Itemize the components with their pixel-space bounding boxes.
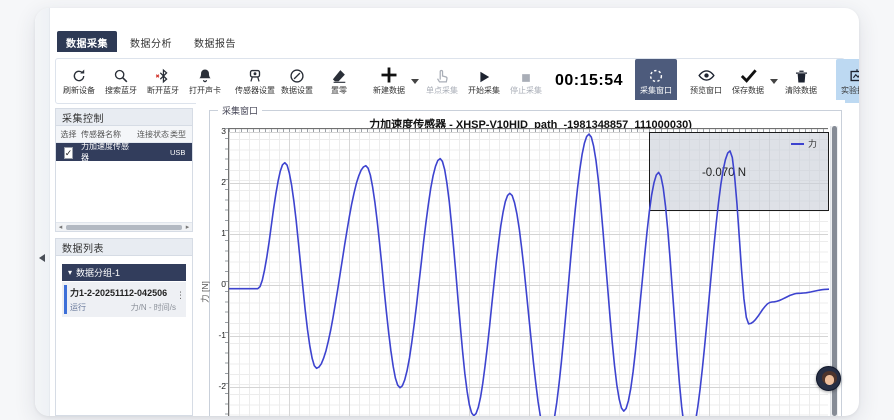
toolbar: 刷新设备 搜索蓝牙 断开蓝牙 打开声卡 传感器设置 数据设置 xyxy=(55,58,845,104)
acquisition-window-button[interactable]: 采集窗口 xyxy=(635,59,677,103)
acquisition-control-header: 采集控制 xyxy=(55,108,193,126)
zero-button[interactable]: 置零 xyxy=(318,59,360,103)
sensor-name: 力加速度传感器 xyxy=(81,141,136,163)
avatar-face xyxy=(825,375,834,385)
sensor-table-hscrollbar[interactable]: ◂ ▸ xyxy=(56,222,192,231)
data-settings-icon xyxy=(288,66,306,85)
disconnect-bluetooth-button[interactable]: 断开蓝牙 xyxy=(142,59,184,103)
refresh-icon xyxy=(70,66,88,85)
open-soundcard-button[interactable]: 打开声卡 xyxy=(184,59,226,103)
preview-window-button[interactable]: 预览窗口 xyxy=(685,59,727,103)
sensor-row[interactable]: ✓ 力加速度传感器 USB xyxy=(56,143,192,161)
tab-data-analysis[interactable]: 数据分析 xyxy=(121,31,181,52)
experiment-chart-button[interactable]: 实验挂图 xyxy=(836,59,859,103)
zero-eraser-icon xyxy=(330,66,348,85)
new-data-dropdown-caret[interactable] xyxy=(411,79,419,84)
tab-data-acquisition[interactable]: 数据采集 xyxy=(57,31,117,52)
item-axes: 力/N - 时间/s xyxy=(131,302,176,313)
save-data-dropdown-caret[interactable] xyxy=(770,79,778,84)
item-accent-bar xyxy=(64,285,67,314)
sensor-type: USB xyxy=(170,148,192,157)
save-data-button[interactable]: 保存数据 xyxy=(727,59,769,103)
board-icon xyxy=(848,66,859,85)
item-title: 力1-2-20251112-042506 xyxy=(70,286,176,299)
play-icon xyxy=(476,66,492,85)
data-list-header: 数据列表 xyxy=(55,238,193,256)
tab-data-report[interactable]: 数据报告 xyxy=(185,31,245,52)
scroll-left-icon[interactable]: ◂ xyxy=(56,223,65,231)
dashed-circle-icon xyxy=(647,66,665,85)
start-acquisition-button[interactable]: 开始采集 xyxy=(463,59,505,103)
data-group-row[interactable]: ▾ 数据分组-1 xyxy=(62,264,186,281)
single-point-button[interactable]: 单点采集 xyxy=(421,59,463,103)
y-tick-label: -1 xyxy=(210,330,226,340)
app-window: 数据采集 数据分析 数据报告 刷新设备 搜索蓝牙 断开蓝牙 打开声卡 xyxy=(35,8,859,416)
soundcard-bell-icon xyxy=(196,66,214,85)
y-tick-label: 0 xyxy=(210,279,226,289)
trash-icon xyxy=(793,66,810,85)
scroll-right-icon[interactable]: ▸ xyxy=(183,223,192,231)
item-menu-icon[interactable]: ⋮ xyxy=(176,290,185,301)
new-data-plus-icon xyxy=(379,66,399,85)
sensor-settings-icon xyxy=(246,66,264,85)
chart-legend: 力 xyxy=(791,137,817,150)
sidebar-collapse-strip[interactable] xyxy=(35,8,50,416)
item-status: 运行 xyxy=(70,302,86,313)
collapse-left-icon[interactable] xyxy=(39,254,45,262)
clear-data-button[interactable]: 清除数据 xyxy=(780,59,822,103)
chart-panel: 采集窗口 力加速度传感器 - XHSP-V10HID_path_-1981348… xyxy=(196,100,845,416)
search-bluetooth-button[interactable]: 搜索蓝牙 xyxy=(100,59,142,103)
y-tick-label: -2 xyxy=(210,381,226,391)
legend-line-swatch xyxy=(791,143,804,145)
sensor-settings-button[interactable]: 传感器设置 xyxy=(234,59,276,103)
plot-area[interactable]: -0.070 N 力 xyxy=(228,128,828,416)
check-icon xyxy=(739,66,758,85)
data-settings-button[interactable]: 数据设置 xyxy=(276,59,318,103)
hscroll-thumb[interactable] xyxy=(66,225,182,230)
stop-acquisition-button[interactable]: 停止采集 xyxy=(505,59,547,103)
single-point-hand-icon xyxy=(433,66,451,85)
data-list-panel: 数据列表 ▾ 数据分组-1 力1-2-20251112-042506 运行 力/… xyxy=(55,238,193,416)
y-tick-label: 3 xyxy=(210,126,226,136)
eye-icon xyxy=(697,66,716,85)
sensor-checkbox[interactable]: ✓ xyxy=(64,147,74,159)
legend-series-name: 力 xyxy=(808,137,817,150)
acquisition-control-panel: 采集控制 选择 传感器名称 连接状态 类型 ✓ 力加速度传感器 USB ◂ ▸ xyxy=(55,108,193,232)
group-expand-icon[interactable]: ▾ xyxy=(68,268,72,277)
acquisition-timer: 00:15:54 xyxy=(555,59,623,103)
assistant-avatar-button[interactable] xyxy=(816,366,841,391)
bluetooth-search-icon xyxy=(112,66,130,85)
bluetooth-disconnect-icon xyxy=(154,66,172,85)
y-tick-label: 2 xyxy=(210,177,226,187)
y-tick-label: 1 xyxy=(210,228,226,238)
stop-icon xyxy=(519,66,533,85)
data-list-item[interactable]: 力1-2-20251112-042506 运行 力/N - 时间/s ⋮ xyxy=(62,282,186,317)
waveform-line xyxy=(229,129,829,416)
main-tabbar: 数据采集 数据分析 数据报告 xyxy=(57,31,245,52)
refresh-device-button[interactable]: 刷新设备 xyxy=(58,59,100,103)
new-data-button[interactable]: 新建数据 xyxy=(368,59,410,103)
